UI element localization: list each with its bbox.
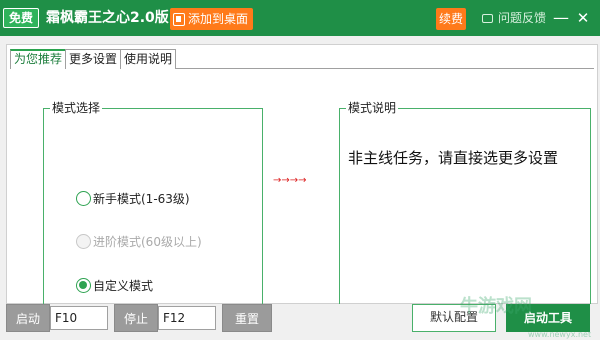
add-to-desktop-label: 添加到桌面: [188, 12, 249, 26]
start-button[interactable]: 启动: [6, 304, 50, 332]
radio-novice-mode[interactable]: 新手模式(1-63级): [76, 190, 190, 207]
radio-advanced-label: 进阶模式(60级以上): [93, 235, 202, 249]
feedback-link[interactable]: 问题反馈: [482, 9, 546, 27]
tab-more-settings[interactable]: 更多设置: [65, 49, 122, 69]
close-button[interactable]: ✕: [574, 8, 592, 28]
radio-novice-label: 新手模式(1-63级): [93, 192, 190, 206]
mode-select-legend: 模式选择: [50, 100, 103, 116]
tab-instructions[interactable]: 使用说明: [120, 49, 177, 69]
reset-button[interactable]: 重置: [222, 304, 272, 332]
title-bar: 免费 霜枫霸王之心2.0版 添加到桌面 续费 问题反馈 — ✕: [0, 0, 600, 36]
radio-button-icon: [76, 234, 91, 249]
mode-description-legend: 模式说明: [346, 100, 399, 116]
mode-description-text: 非主线任务，请直接选更多设置: [348, 149, 559, 167]
desktop-shortcut-icon: [173, 12, 185, 26]
stop-hotkey-field[interactable]: F12: [158, 306, 216, 330]
watermark: 牛游戏网: [460, 296, 532, 317]
feedback-label: 问题反馈: [498, 11, 547, 25]
radio-custom-label: 自定义模式: [93, 279, 154, 293]
radio-button-icon: [76, 191, 91, 206]
app-title: 霜枫霸王之心2.0版: [46, 10, 169, 26]
red-arrow-indicator: →→→→: [273, 175, 307, 186]
renew-button[interactable]: 续费: [436, 8, 466, 30]
tab-bar: 为您推荐 更多设置 使用说明: [10, 49, 594, 69]
minimize-button[interactable]: —: [552, 8, 570, 28]
chat-bubble-icon: [482, 13, 493, 23]
mode-select-group: 模式选择 新手模式(1-63级) 进阶模式(60级以上) 自定义模式: [43, 100, 263, 326]
add-to-desktop-button[interactable]: 添加到桌面: [170, 8, 254, 30]
radio-advanced-mode: 进阶模式(60级以上): [76, 233, 202, 250]
start-hotkey-field[interactable]: F10: [50, 306, 108, 330]
radio-button-icon: [76, 278, 91, 293]
radio-custom-mode[interactable]: 自定义模式: [76, 277, 153, 294]
main-panel: 为您推荐 更多设置 使用说明 模式选择 新手模式(1-63级) 进阶模式(60级…: [6, 44, 598, 326]
tab-recommend[interactable]: 为您推荐: [10, 49, 67, 69]
free-badge: 免费: [3, 8, 40, 28]
watermark-url: www.newyx.net: [528, 330, 592, 339]
stop-button[interactable]: 停止: [114, 304, 158, 332]
